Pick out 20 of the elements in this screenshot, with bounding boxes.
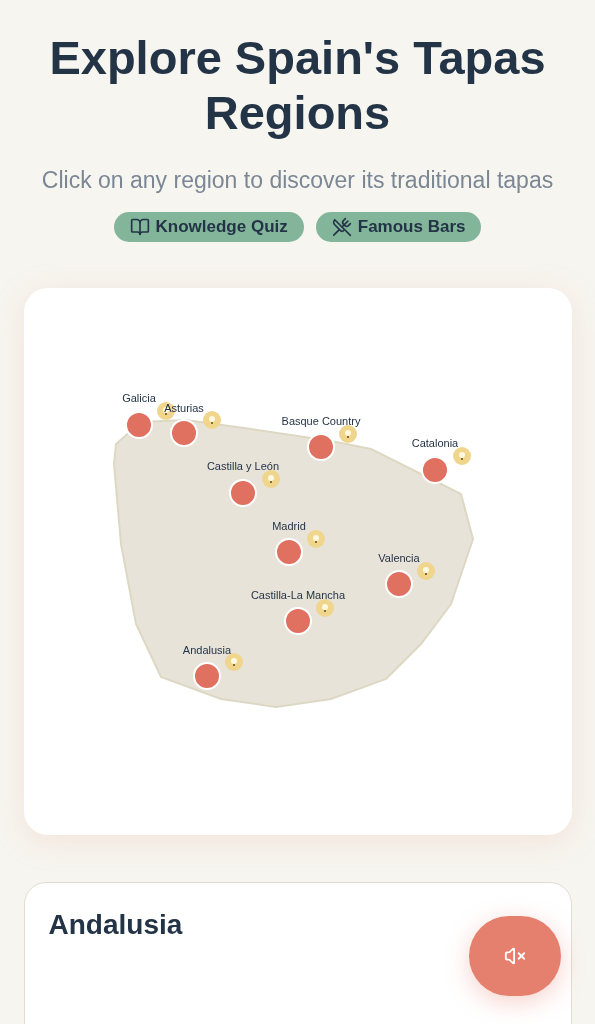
mute-icon <box>504 945 526 967</box>
region-label: Valencia <box>377 552 420 564</box>
region-label: Madrid <box>271 520 306 532</box>
bars-button[interactable]: Famous Bars <box>315 212 482 242</box>
region-marker[interactable] <box>306 433 335 461</box>
quiz-button[interactable]: Knowledge Quiz <box>113 212 304 242</box>
region-label: Basque Country <box>281 415 360 427</box>
region-marker[interactable] <box>420 456 449 484</box>
book-icon <box>129 217 150 237</box>
page-subtitle: Click on any region to discover its traditional tapas <box>41 166 554 195</box>
region-label: Castilla-La Mancha <box>250 589 345 601</box>
utensils-icon <box>331 217 352 237</box>
page-title: Explore Spain's Tapas Regions <box>48 30 547 140</box>
region-label: Asturias <box>163 402 204 414</box>
region-title: Andalusia <box>48 909 183 941</box>
region-label: Galicia <box>121 392 156 404</box>
region-label: Castilla y León <box>206 460 279 472</box>
region-marker[interactable] <box>124 411 153 439</box>
region-label: Andalusia <box>182 644 231 656</box>
region-label: Catalonia <box>411 437 458 449</box>
